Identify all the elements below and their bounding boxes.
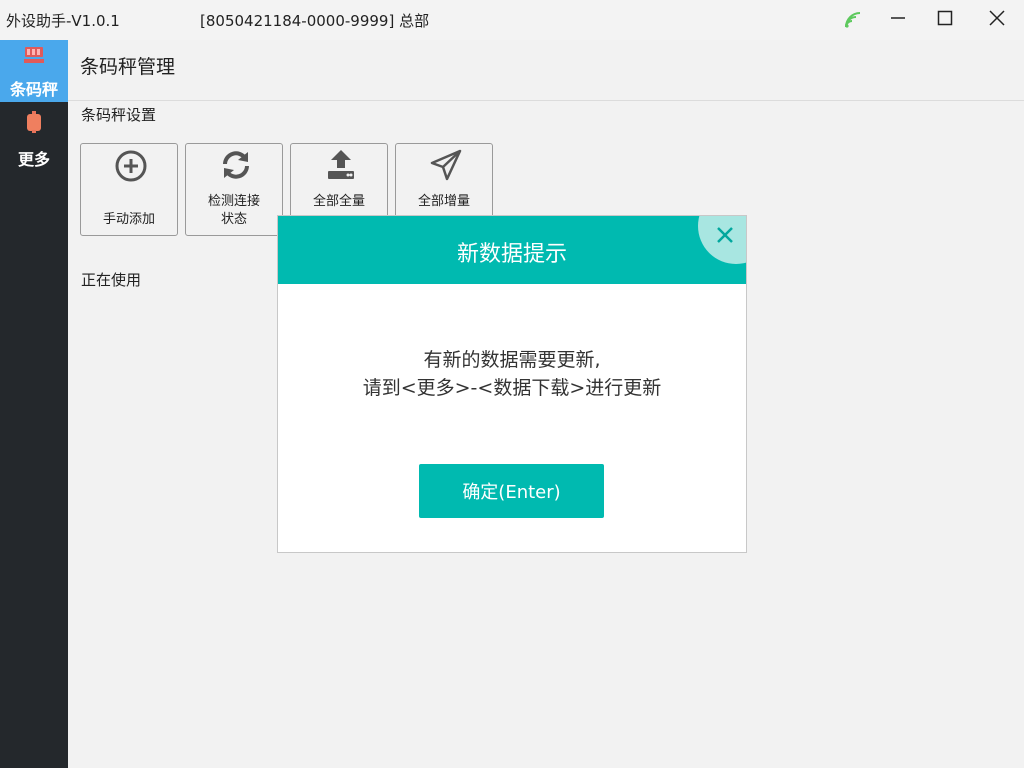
scale-icon [24, 47, 44, 63]
dialog-message: 有新的数据需要更新, 请到<更多>-<数据下载>进行更新 [362, 349, 662, 399]
wifi-icon [845, 12, 861, 28]
manual-add-button[interactable]: 手动添加 [80, 143, 178, 236]
maximize-icon [937, 10, 953, 26]
sidebar-item-label: 更多 [17, 150, 50, 169]
app-title: 外设助手-V1.0.1 [6, 12, 120, 30]
close-icon [989, 10, 1005, 26]
refresh-icon [223, 151, 249, 179]
window-close-button[interactable] [972, 0, 1022, 36]
sidebar-item-more[interactable]: 更多 [0, 106, 68, 169]
dialog-header: 新数据提示 [278, 216, 746, 284]
tool-label: 全部增量 [417, 194, 470, 209]
dialog-title: 新数据提示 [456, 242, 567, 267]
sidebar-item-scale[interactable]: 条码秤 [0, 40, 68, 102]
new-data-dialog: 新数据提示 有新的数据需要更新, 请到<更多>-<数据下载>进行更新 确定(En… [277, 215, 747, 553]
maximize-button[interactable] [920, 0, 970, 36]
device-info: [8050421184-0000-9999] 总部 [200, 12, 430, 30]
add-circle-icon [115, 150, 147, 182]
close-icon [717, 227, 733, 243]
confirm-button[interactable]: 确定(Enter) [419, 464, 604, 518]
upload-icon [328, 150, 354, 179]
main-header: 条码秤管理 [68, 40, 1024, 101]
sidebar: 条码秤 更多 [0, 40, 68, 768]
in-use-title: 正在使用 [81, 271, 142, 289]
title-bar: 外设助手-V1.0.1 [8050421184-0000-9999] 总部 [0, 0, 1024, 40]
tool-label: 手动添加 [102, 212, 155, 227]
send-icon [430, 149, 462, 181]
minimize-button[interactable] [873, 0, 923, 36]
tool-label: 全部全量 [312, 194, 365, 209]
minimize-icon [891, 17, 905, 19]
check-connection-button[interactable]: 检测连接 状态 [185, 143, 283, 236]
more-icon [27, 111, 41, 133]
page-title: 条码秤管理 [80, 56, 176, 78]
section-title: 条码秤设置 [81, 106, 157, 124]
sidebar-item-label: 条码秤 [9, 80, 58, 99]
tool-label: 检测连接 状态 [207, 194, 260, 227]
